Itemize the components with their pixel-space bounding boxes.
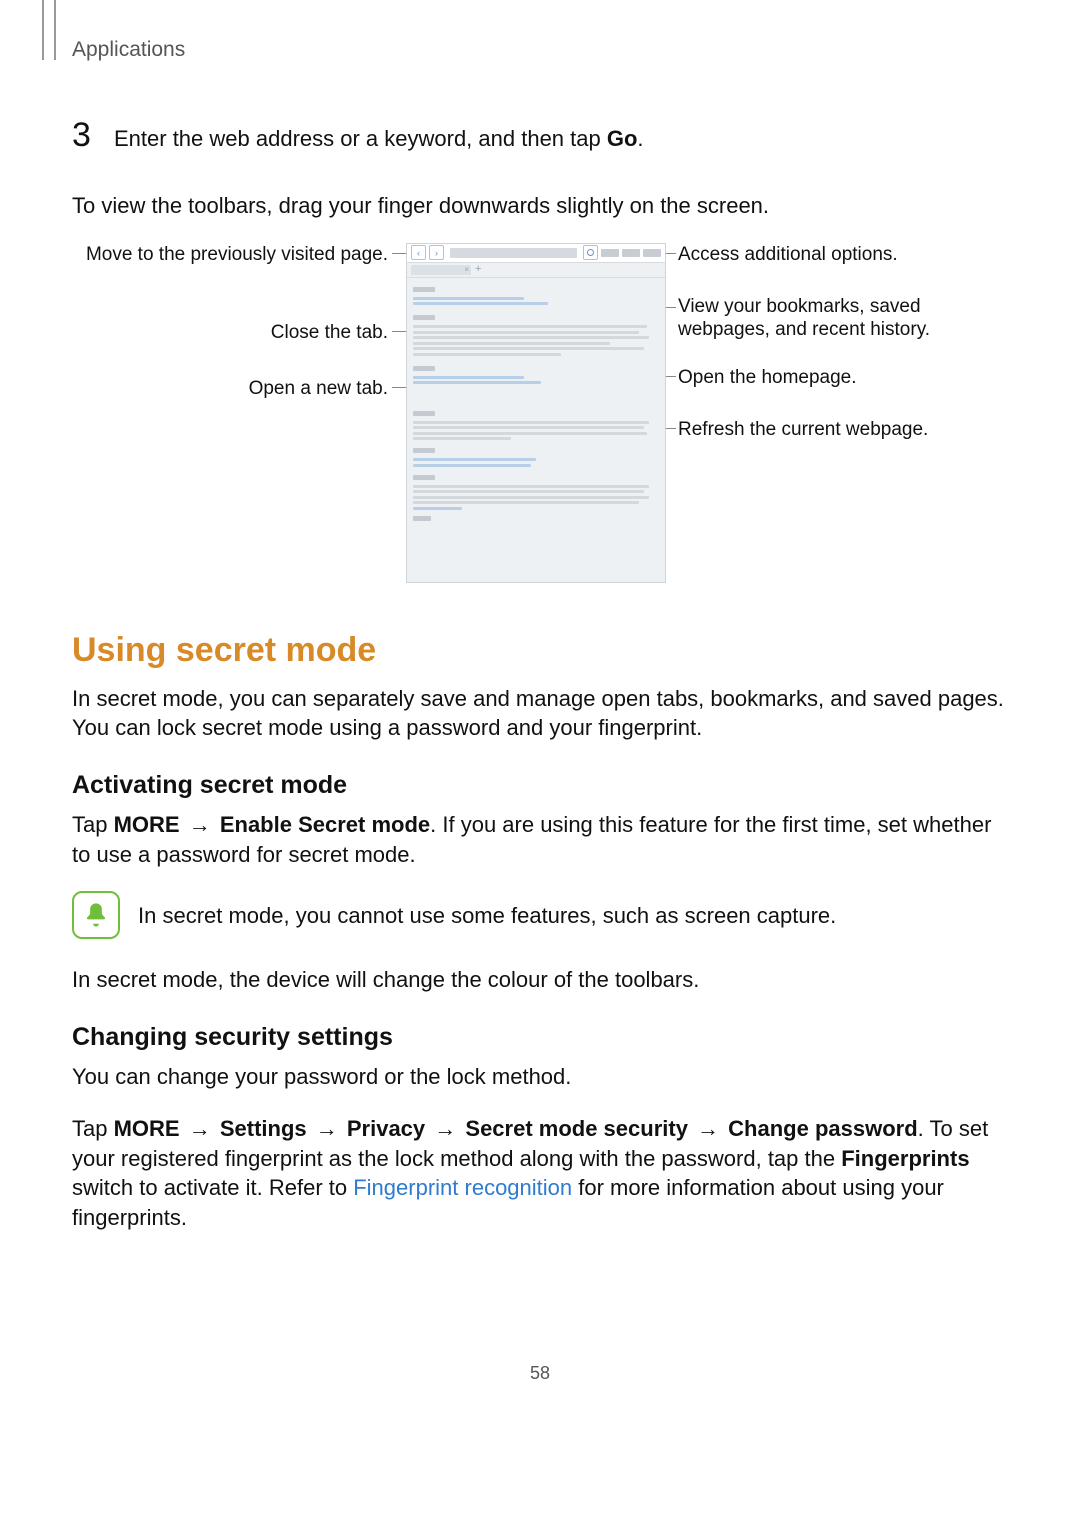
home-icon (601, 249, 619, 257)
connector (666, 253, 676, 254)
browser-diagram: Move to the previously visited page. Clo… (72, 243, 1008, 603)
section-title-secret-mode: Using secret mode (72, 631, 1008, 670)
connector (666, 307, 676, 308)
callout-homepage: Open the homepage. (678, 366, 1008, 390)
connector (666, 428, 676, 429)
change-line2: Tap MORE → Settings → Privacy → Secret m… (72, 1114, 1008, 1233)
callout-bookmarks: View your bookmarks, saved webpages, and… (678, 295, 1008, 343)
close-icon: × (464, 266, 469, 274)
forward-icon: › (429, 245, 444, 260)
subtitle-activate: Activating secret mode (72, 771, 1008, 800)
more-icon (643, 249, 661, 257)
connector (666, 376, 676, 377)
url-bar (450, 248, 577, 258)
step-text: Enter the web address or a keyword, and … (114, 126, 644, 152)
subtitle-change-security: Changing security settings (72, 1023, 1008, 1052)
bookmarks-icon (622, 249, 640, 257)
bell-icon (72, 891, 120, 939)
step-3: 3 Enter the web address or a keyword, an… (72, 116, 1008, 155)
callout-new-tab: Open a new tab. (72, 377, 388, 401)
browser-screenshot: ‹ › × + (406, 243, 666, 583)
activate-text: Tap MORE → Enable Secret mode. If you ar… (72, 810, 1008, 869)
browser-tabbar: × + (407, 263, 665, 278)
page-number: 58 (72, 1363, 1008, 1384)
page-content: Applications 3 Enter the web address or … (0, 0, 1080, 1424)
note-block: In secret mode, you cannot use some feat… (72, 891, 1008, 939)
browser-tab: × (411, 265, 471, 275)
toolbars-hint: To view the toolbars, drag your finger d… (72, 191, 1008, 221)
change-line1: You can change your password or the lock… (72, 1062, 1008, 1092)
callout-more-options: Access additional options. (678, 243, 1008, 267)
browser-body (407, 278, 665, 531)
back-icon: ‹ (411, 245, 426, 260)
colour-note: In secret mode, the device will change t… (72, 965, 1008, 995)
go-label: Go (607, 126, 638, 151)
fingerprint-link[interactable]: Fingerprint recognition (353, 1175, 572, 1200)
browser-topbar: ‹ › (407, 244, 665, 263)
callout-close-tab: Close the tab. (72, 321, 388, 345)
note-text: In secret mode, you cannot use some feat… (138, 901, 836, 931)
section-header: Applications (72, 38, 1008, 62)
callout-refresh: Refresh the current webpage. (678, 418, 1008, 442)
step-number: 3 (72, 116, 114, 155)
callout-prev-page: Move to the previously visited page. (72, 243, 388, 267)
plus-icon: + (475, 264, 481, 275)
refresh-icon (583, 245, 598, 260)
secret-mode-desc: In secret mode, you can separately save … (72, 684, 1008, 743)
